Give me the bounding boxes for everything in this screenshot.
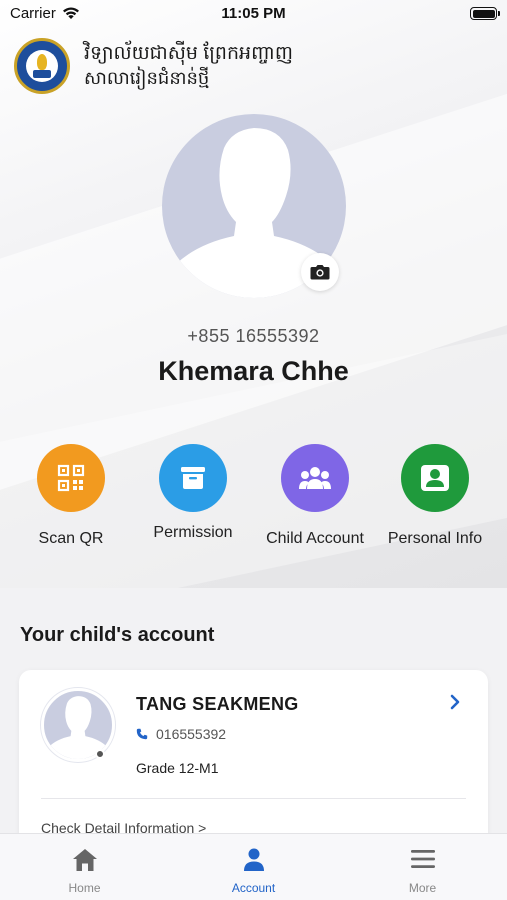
child-grade: Grade 12-M1 [136, 760, 219, 776]
status-bar: Carrier 11:05 PM [0, 0, 507, 30]
child-account-button[interactable]: Child Account [250, 444, 380, 548]
personal-info-label: Personal Info [387, 530, 483, 547]
tab-more[interactable]: More [338, 834, 507, 900]
tab-account[interactable]: Account [169, 834, 338, 900]
school-header: វិទ្យាល័យជាស៊ីម ព្រែកអញ្ចាញ សាលារៀនជំនាន… [14, 38, 293, 94]
permission-box-icon [159, 444, 227, 512]
child-account-label: Child Account [266, 530, 364, 547]
tab-bar: Home Account More [0, 833, 507, 900]
home-icon [0, 848, 169, 872]
scan-qr-button[interactable]: Scan QR [6, 444, 136, 548]
child-phone-row: 016555392 [136, 726, 226, 742]
menu-icon [338, 848, 507, 870]
account-icon [169, 848, 338, 872]
scan-qr-label: Scan QR [38, 530, 104, 547]
group-icon [281, 444, 349, 512]
section-title: Your child's account [20, 624, 215, 646]
tab-account-label: Account [231, 881, 276, 895]
school-subtitle: សាលារៀនជំនាន់ថ្មី [84, 68, 210, 88]
tab-more-label: More [408, 881, 437, 895]
person-badge-icon [401, 444, 469, 512]
child-card[interactable]: TANG SEAKMENG 016555392 Grade 12-M1 Chec… [19, 670, 488, 850]
child-account-section: Your child's account TANG SEAKMENG 01655… [0, 588, 507, 850]
personal-info-button[interactable]: Personal Info [370, 444, 500, 548]
battery-icon [470, 7, 500, 20]
change-photo-button[interactable] [301, 253, 339, 291]
profile-name: Khemara Chhe [158, 356, 349, 386]
school-logo [14, 38, 70, 94]
chevron-right-icon[interactable] [450, 694, 460, 715]
permission-button[interactable]: Permission [128, 444, 258, 542]
status-dot [95, 749, 105, 759]
child-phone: 016555392 [156, 726, 227, 742]
phone-icon [136, 728, 148, 740]
permission-label: Permission [153, 524, 233, 541]
clock: 11:05 PM [221, 5, 286, 22]
camera-icon [310, 265, 330, 280]
divider [41, 798, 466, 799]
school-name: វិទ្យាល័យជាស៊ីម ព្រែកអញ្ចាញ [84, 43, 293, 64]
tab-home[interactable]: Home [0, 834, 169, 900]
child-name: TANG SEAKMENG [136, 694, 299, 714]
tab-home-label: Home [68, 881, 101, 895]
qr-code-icon [37, 444, 105, 512]
profile-phone: +855 16555392 [187, 326, 320, 346]
